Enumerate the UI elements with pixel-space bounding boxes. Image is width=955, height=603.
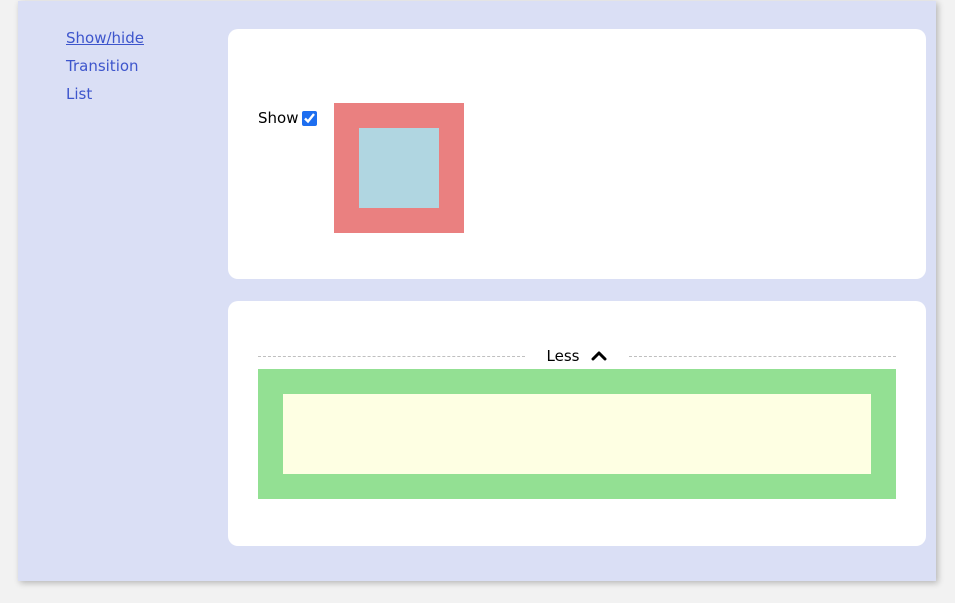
sidebar-nav: Show/hide Transition List: [66, 29, 196, 113]
demo-page: Show/hide Transition List Show Less: [18, 1, 936, 581]
chevron-up-icon: [591, 350, 607, 362]
collapse-toggle[interactable]: Less: [525, 347, 630, 365]
divider-line-left: [258, 356, 525, 357]
divider-line-right: [629, 356, 896, 357]
show-checkbox[interactable]: [302, 111, 317, 126]
show-hide-card: Show: [228, 29, 926, 279]
collapse-toggle-label: Less: [547, 347, 580, 365]
outer-red-box: [334, 103, 464, 233]
outer-green-box: [258, 369, 896, 499]
sidebar-item-show-hide[interactable]: Show/hide: [66, 29, 196, 47]
expand-collapse-card: Less: [228, 301, 926, 546]
inner-blue-box: [359, 128, 439, 208]
inner-yellow-box: [283, 394, 871, 474]
sidebar-item-transition[interactable]: Transition: [66, 57, 196, 75]
collapse-divider-row: Less: [258, 347, 896, 365]
show-toggle-row: Show: [258, 109, 317, 127]
sidebar-item-list[interactable]: List: [66, 85, 196, 103]
show-label: Show: [258, 109, 298, 127]
